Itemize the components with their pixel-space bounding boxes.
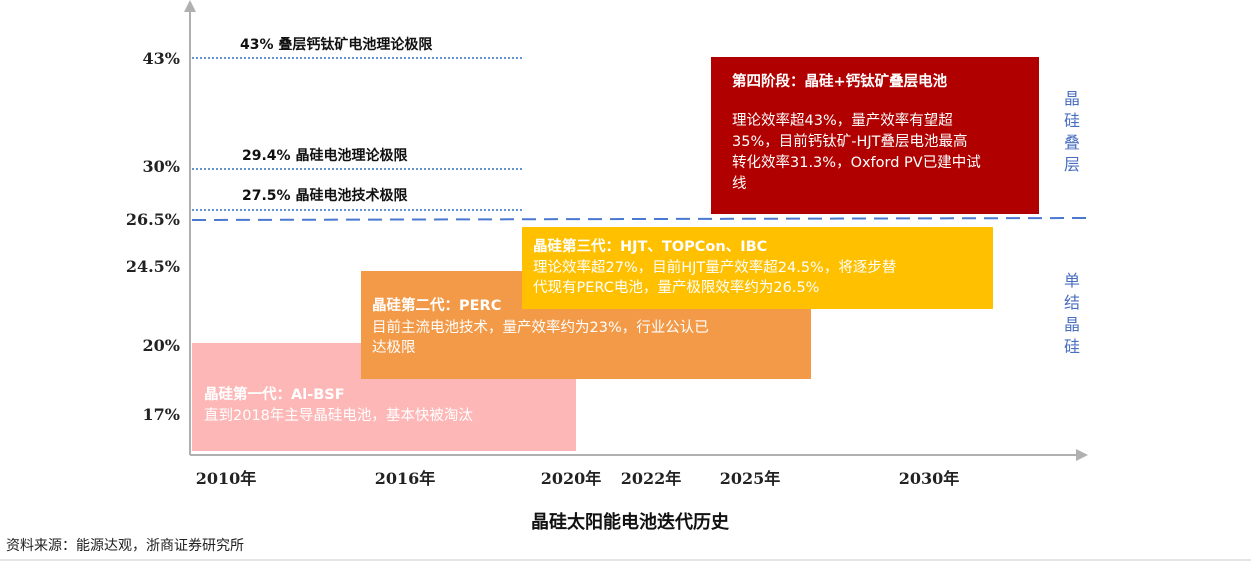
generation-title: 第四阶段：晶硅+钙钛矿叠层电池	[732, 72, 948, 90]
divider-line	[191, 217, 1091, 221]
side-label-char: 硅	[1064, 337, 1080, 356]
chart-title: 晶硅太阳能电池迭代历史	[531, 511, 730, 533]
generation-text: 直到2018年主导晶硅电池，基本快被淘汰	[204, 407, 473, 424]
generation-title: 晶硅第一代：Al-BSF	[204, 385, 345, 403]
limit-line-label: 29.4% 晶硅电池理论极限	[242, 147, 407, 164]
side-label-char: 晶	[1064, 315, 1080, 334]
side-label-char: 硅	[1064, 111, 1080, 130]
y-axis-arrow-icon	[184, 0, 196, 12]
y-tick-label: 24.5%	[126, 257, 180, 276]
side-label-char: 叠	[1064, 133, 1080, 152]
generation-text: 达极限	[372, 339, 416, 356]
limit-line-label: 43% 叠层钙钛矿电池理论极限	[240, 36, 432, 53]
chart: 43% 30% 26.5% 24.5% 20% 17% 2010年 2016年 …	[0, 0, 1251, 561]
x-axis-arrow-icon	[1076, 449, 1088, 461]
generation-text: 35%，目前钙钛矿-HJT叠层电池最高	[732, 133, 968, 150]
y-tick-label: 30%	[143, 157, 180, 176]
y-tick-label: 26.5%	[126, 210, 180, 229]
x-tick-label: 2030年	[899, 469, 960, 488]
generation-title: 晶硅第二代：PERC	[372, 296, 501, 314]
side-label-char: 层	[1064, 155, 1080, 174]
side-label-upper: 晶硅叠层	[1064, 89, 1080, 174]
source-note: 资料来源：能源达观，浙商证券研究所	[6, 538, 244, 554]
y-tick-label: 20%	[143, 336, 180, 355]
x-tick-label: 2020年	[541, 469, 602, 488]
generation-title: 晶硅第三代：HJT、TOPCon、IBC	[533, 237, 767, 255]
generation-3-box: 晶硅第三代：HJT、TOPCon、IBC 理论效率超27%，目前HJT量产效率超…	[522, 227, 993, 309]
x-tick-label: 2016年	[375, 469, 436, 488]
generation-text: 转化效率31.3%，Oxford PV已建中试	[732, 154, 981, 171]
side-label-char: 单	[1064, 271, 1080, 290]
generation-4-box: 第四阶段：晶硅+钙钛矿叠层电池 理论效率超43%，量产效率有望超 35%，目前钙…	[711, 57, 1039, 214]
generation-text: 目前主流电池技术，量产效率约为23%，行业公认已	[372, 319, 709, 336]
y-tick-label: 43%	[143, 49, 180, 68]
side-label-lower: 单结晶硅	[1064, 271, 1080, 356]
side-label-char: 结	[1064, 293, 1080, 312]
limit-line-label: 27.5% 晶硅电池技术极限	[242, 187, 407, 204]
x-tick-label: 2010年	[196, 469, 257, 488]
generation-text: 代现有PERC电池，量产极限效率约为26.5%	[533, 279, 819, 296]
x-tick-label: 2025年	[720, 469, 781, 488]
generation-text: 线	[732, 175, 747, 192]
x-tick-label: 2022年	[621, 469, 682, 488]
side-label-char: 晶	[1064, 89, 1080, 108]
generation-text: 理论效率超43%，量产效率有望超	[732, 112, 953, 129]
y-tick-label: 17%	[143, 405, 180, 424]
generation-text: 理论效率超27%，目前HJT量产效率超24.5%，将逐步替	[533, 259, 896, 276]
